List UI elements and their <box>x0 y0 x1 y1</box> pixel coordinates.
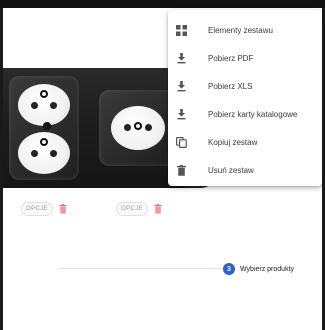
grid-icon <box>176 24 187 36</box>
progress-line <box>58 268 224 269</box>
menu-item-label: Kopiuj zestaw <box>208 137 258 147</box>
socket-outlet <box>18 132 70 174</box>
socket-outlet <box>111 106 165 150</box>
product-options-row: OPCJE <box>116 202 162 216</box>
top-bar <box>0 0 325 8</box>
menu-item-download-catalog-sheets[interactable]: Pobierz karty katalogowe <box>168 100 322 128</box>
step-number-badge: 3 <box>223 263 235 275</box>
menu-item-label: Pobierz karty katalogowe <box>208 109 298 119</box>
menu-item-copy-set[interactable]: Kopiuj zestaw <box>168 128 322 156</box>
menu-item-label: Elementy zestawu <box>208 25 273 35</box>
options-button[interactable]: OPCJE <box>116 202 149 216</box>
menu-item-label: Usuń zestaw <box>208 165 254 175</box>
menu-item-label: Pobierz PDF <box>208 53 254 63</box>
trash-icon[interactable] <box>59 204 67 214</box>
download-icon <box>176 80 187 92</box>
socket-outlet <box>18 84 70 126</box>
download-icon <box>176 108 187 120</box>
download-icon <box>176 52 187 64</box>
set-actions-menu: Elementy zestawu Pobierz PDF Pobierz XLS… <box>168 10 322 186</box>
product-options-row: OPCJE <box>21 202 67 216</box>
single-socket-frame <box>99 90 175 166</box>
menu-item-label: Pobierz XLS <box>208 81 253 91</box>
options-button[interactable]: OPCJE <box>21 202 54 216</box>
trash-icon <box>176 164 187 176</box>
progress-step: 3 Wybierz produkty <box>223 262 294 276</box>
menu-item-delete-set[interactable]: Usuń zestaw <box>168 156 322 184</box>
step-label: Wybierz produkty <box>240 265 295 273</box>
copy-icon <box>176 136 187 148</box>
double-socket-frame <box>9 76 79 180</box>
menu-item-download-pdf[interactable]: Pobierz PDF <box>168 44 322 72</box>
menu-item-download-xls[interactable]: Pobierz XLS <box>168 72 322 100</box>
menu-item-set-elements[interactable]: Elementy zestawu <box>168 16 322 44</box>
frame-screw <box>43 122 51 130</box>
trash-icon[interactable] <box>154 204 162 214</box>
